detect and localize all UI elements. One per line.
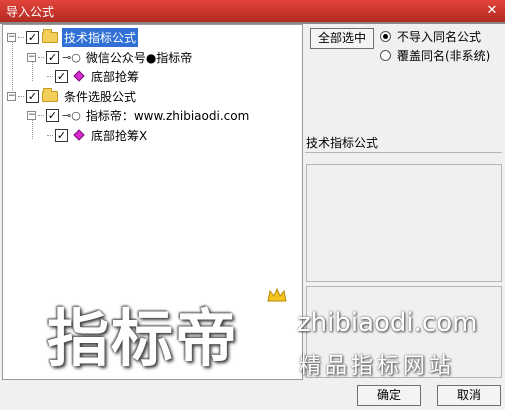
collapse-icon[interactable]: − [7,91,16,101]
checkbox-bottom-grab-x[interactable]: ✓ [55,128,68,142]
title-bar: 导入公式 ✕ [0,0,505,22]
formula-description-panel [306,164,502,282]
checkbox-stock-condition[interactable]: ✓ [26,89,39,103]
tree-connector [47,134,53,136]
folder-icon [42,28,58,43]
collapse-icon[interactable]: − [27,52,36,62]
checkbox-wechat-indicator[interactable]: ✓ [46,50,59,64]
tree-node-wechat-indicator[interactable]: − ✓ ⊸○ 微信公众号●指标帝 [27,48,194,66]
tree-node-stock-condition[interactable]: − ✓ 条件选股公式 [7,87,138,105]
import-formula-dialog: 导入公式 ✕ − ✓ 技术指标公式 − ✓ ⊸○ 微信公众号●指标帝 ✓ 底部抢… [0,0,505,410]
formula-diamond-icon [73,70,85,82]
tree-node-bottom-grab-x[interactable]: ✓ 底部抢筹X [47,126,149,144]
tree-node-label[interactable]: 微信公众号●指标帝 [84,48,194,67]
formula-diamond-icon [73,129,85,141]
tree-node-label[interactable]: 条件选股公式 [62,87,138,106]
key-icon: ⊸○ [62,108,81,122]
divider [305,152,502,158]
tree-node-tech-indicator[interactable]: − ✓ 技术指标公式 [7,27,139,47]
tree-connector [38,56,44,58]
tree-node-label[interactable]: 技术指标公式 [62,27,139,47]
tree-connector [18,36,24,38]
formula-tree[interactable]: − ✓ 技术指标公式 − ✓ ⊸○ 微信公众号●指标帝 ✓ 底部抢筹 − ✓ 条… [2,24,303,380]
folder-icon [42,87,58,102]
collapse-icon[interactable]: − [27,110,36,120]
checkbox-zhibiaodi[interactable]: ✓ [46,108,59,122]
collapse-icon[interactable]: − [7,32,16,42]
ok-button[interactable]: 确定 [357,385,421,406]
tree-connector [38,114,44,116]
radio-label[interactable]: 不导入同名公式 [397,28,481,45]
cancel-button[interactable]: 取消 [437,385,501,406]
tree-connector [18,95,24,97]
radio-skip-duplicates[interactable]: 不导入同名公式 [380,28,481,45]
radio-selected-icon[interactable] [380,31,391,42]
radio-unselected-icon[interactable] [380,50,391,61]
window-title: 导入公式 [6,5,55,19]
tree-node-label[interactable]: 指标帝：www.zhibiaodi.com [84,106,251,125]
radio-label[interactable]: 覆盖同名(非系统) [397,47,490,64]
close-button[interactable]: ✕ [483,2,501,19]
key-icon: ⊸○ [62,50,81,64]
select-all-button[interactable]: 全部选中 [310,28,374,49]
category-label: 技术指标公式 [306,136,379,150]
tree-node-zhibiaodi[interactable]: − ✓ ⊸○ 指标帝：www.zhibiaodi.com [27,106,251,124]
formula-preview-panel [306,286,502,378]
tree-node-label[interactable]: 底部抢筹 [89,67,141,86]
tree-node-label[interactable]: 底部抢筹X [89,126,149,145]
radio-overwrite[interactable]: 覆盖同名(非系统) [380,47,490,64]
tree-node-bottom-grab[interactable]: ✓ 底部抢筹 [47,67,141,85]
tree-connector [47,75,53,77]
checkbox-tech-indicator[interactable]: ✓ [26,30,39,44]
checkbox-bottom-grab[interactable]: ✓ [55,69,68,83]
